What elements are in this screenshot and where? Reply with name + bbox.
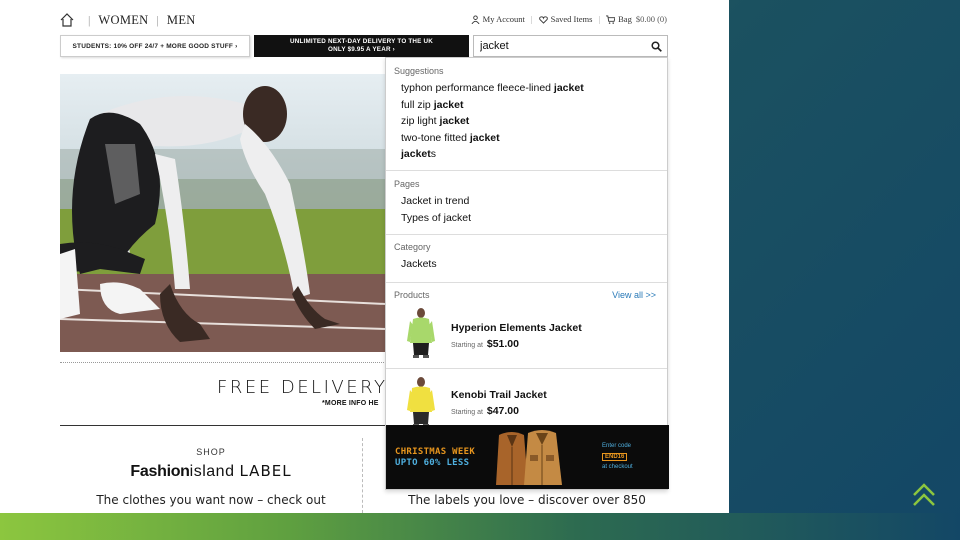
suggestion-item[interactable]: zip light jacket (386, 113, 667, 130)
product-thumbnail (407, 308, 435, 358)
delivery-promo-line1: UNLIMITED NEXT-DAY DELIVERY TO THE UK (289, 38, 434, 45)
more-info-link[interactable]: *MORE INFO HE (322, 400, 379, 407)
search-button[interactable] (645, 36, 667, 56)
banner-subtitle: UPTO 60% LESS (395, 458, 470, 468)
pages-heading: Pages (394, 179, 420, 189)
hero-image[interactable] (60, 74, 386, 352)
search-input[interactable] (474, 36, 645, 56)
top-nav: | WOMEN | MEN (60, 10, 196, 30)
delivery-divider (60, 362, 386, 363)
category-heading: Category (394, 242, 431, 252)
brand-name-light: island (189, 463, 235, 480)
search-suggestions-dropdown: Suggestions typhon performance fleece-li… (385, 57, 669, 490)
pages-section: Pages Jacket in trend Types of jacket (386, 171, 667, 235)
product-starting-label: Starting at (451, 342, 483, 349)
suggestion-item[interactable]: typhon performance fleece-lined jacket (386, 80, 667, 97)
products-header: Products View all >> (386, 283, 667, 302)
delivery-promo-line2: ONLY $9.95 A YEAR › (328, 46, 395, 53)
banner-title: CHRISTMAS WEEK (395, 447, 476, 457)
banner-jackets-image (496, 430, 562, 485)
suggestion-item[interactable]: full zip jacket (386, 97, 667, 114)
user-icon (471, 14, 480, 24)
product-price: $51.00 (486, 338, 519, 350)
brand-label-logo[interactable]: Fashionisland LABEL (60, 462, 362, 481)
left-column-text: The clothes you want now – check out (96, 493, 326, 507)
account-separator: | (598, 14, 601, 24)
product-result-item[interactable]: Hyperion Elements Jacket Starting at $51… (386, 302, 667, 369)
saved-items-link[interactable]: Saved Items (538, 14, 593, 24)
suggestion-prefix: typhon performance fleece-lined (401, 82, 554, 94)
nav-separator: | (88, 12, 91, 27)
banner-promo-code: END16 (602, 453, 628, 461)
search-icon (650, 40, 662, 52)
home-icon[interactable] (60, 13, 74, 27)
product-name: Kenobi Trail Jacket (451, 389, 547, 401)
shop-label: SHOP (196, 447, 226, 457)
suggestion-item[interactable]: two-tone fitted jacket (386, 130, 667, 147)
bag-total: $0.00 (0) (635, 14, 667, 24)
section-rule (60, 425, 385, 426)
product-price: $47.00 (486, 405, 519, 417)
suggestion-match: jacket (401, 148, 431, 160)
suggestion-match: jacket (553, 82, 584, 94)
account-bar: My Account | Saved Items | Bag $0.00 (0) (471, 14, 667, 24)
store-screenshot: | WOMEN | MEN My Account | Saved Items |… (0, 0, 729, 513)
brand-label-word: LABEL (239, 462, 292, 480)
column-divider (362, 438, 363, 513)
product-starting-label: Starting at (451, 409, 483, 416)
page-result-item[interactable]: Jacket in trend (386, 193, 667, 210)
bag-label: Bag (618, 14, 632, 24)
category-result-item[interactable]: Jackets (386, 256, 667, 273)
delivery-promo-banner[interactable]: UNLIMITED NEXT-DAY DELIVERY TO THE UK ON… (254, 35, 469, 57)
christmas-promo-banner[interactable]: CHRISTMAS WEEK UPTO 60% LESS Enter code … (386, 425, 669, 489)
my-account-label: My Account (482, 14, 525, 24)
view-all-products-link[interactable]: View all >> (612, 290, 656, 300)
right-column-text: The labels you love – discover over 850 (408, 493, 646, 507)
bottom-band (0, 513, 960, 540)
suggestion-item[interactable]: jackets (386, 146, 667, 163)
suggestion-match: jacket (433, 98, 464, 111)
bag-link[interactable]: Bag $0.00 (0) (606, 14, 667, 24)
banner-checkout-text: at checkout (602, 464, 633, 470)
suggestion-match: jacket (469, 131, 500, 144)
suggestion-match: jacket (439, 115, 470, 127)
chevron-up-logo-icon (913, 483, 935, 506)
suggestion-prefix: full zip (401, 98, 434, 111)
suggestion-prefix: two-tone fitted (401, 131, 470, 144)
students-promo-banner[interactable]: STUDENTS: 10% OFF 24/7 + MORE GOOD STUFF… (60, 35, 250, 57)
my-account-link[interactable]: My Account (471, 14, 525, 24)
product-price-line: Starting at $51.00 (451, 338, 519, 350)
suggestions-heading: Suggestions (394, 66, 444, 76)
banner-code-label: Enter code (602, 443, 632, 449)
category-section: Category Jackets (386, 235, 667, 283)
heart-icon (538, 15, 548, 24)
nav-separator: | (156, 12, 159, 27)
brand-name-bold: Fashion (130, 463, 190, 480)
product-name: Hyperion Elements Jacket (451, 322, 582, 334)
suggestions-section: Suggestions typhon performance fleece-li… (386, 58, 667, 171)
search-box (473, 35, 668, 57)
saved-items-label: Saved Items (550, 14, 593, 24)
nav-women[interactable]: WOMEN (98, 13, 148, 28)
page-result-item[interactable]: Types of jacket (386, 210, 667, 227)
suggestion-prefix: zip light (401, 115, 440, 127)
cart-icon (606, 14, 616, 24)
product-thumbnail (407, 377, 435, 427)
suggestion-suffix: s (430, 148, 437, 160)
nav-men[interactable]: MEN (167, 13, 196, 28)
product-price-line: Starting at $47.00 (451, 405, 519, 417)
account-separator: | (530, 14, 533, 24)
